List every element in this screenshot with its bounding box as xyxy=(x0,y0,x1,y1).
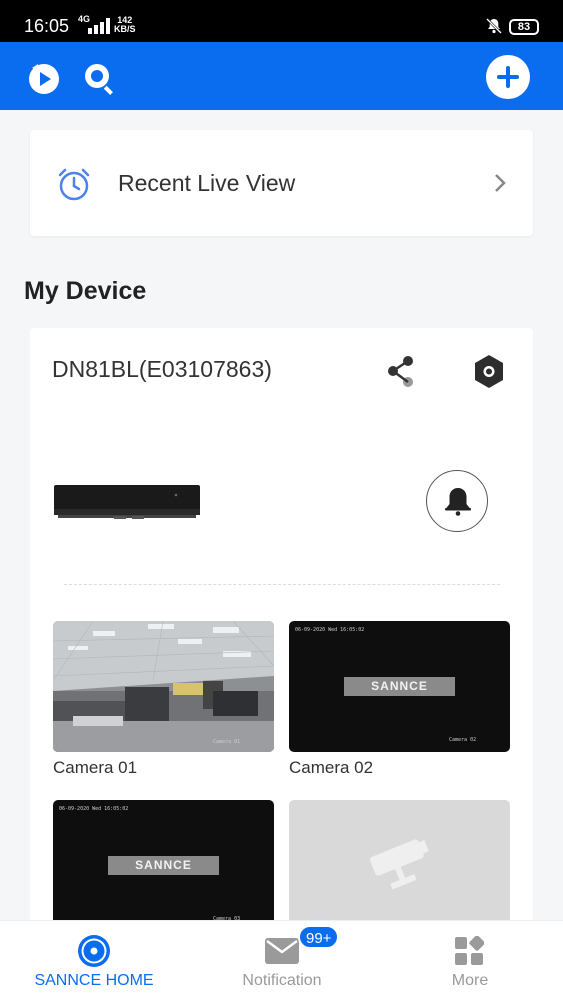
nvr-device-image xyxy=(54,485,200,519)
settings-icon[interactable] xyxy=(472,353,506,391)
camera-live-image xyxy=(53,621,274,752)
recent-live-view-label: Recent Live View xyxy=(118,170,296,196)
bell-icon xyxy=(445,488,471,516)
camera-thumbnail[interactable]: 06-09-2020 Wed 16:05:01 Camera 01 xyxy=(53,621,274,752)
camera-tile[interactable]: 06-09-2020 Wed 16:05:02 SANNCE Camera 02… xyxy=(289,621,510,781)
brand-logo-plate: SANNCE xyxy=(108,856,219,875)
camera-thumbnail[interactable]: 06-09-2020 Wed 16:05:02 SANNCE Camera 02 xyxy=(289,621,510,752)
nav-label-notification: Notification xyxy=(242,972,322,989)
alarm-bell-button[interactable] xyxy=(426,470,488,532)
clock-icon xyxy=(58,168,90,201)
nav-tab-home[interactable]: SANNCE HOME xyxy=(0,921,188,1000)
device-name: DN81BL(E03107863) xyxy=(52,356,272,382)
device-card: DN81BL(E03107863) 06-09-2020 Wed 16:05:0… xyxy=(30,328,533,931)
camera-tile[interactable]: 06-09-2020 Wed 16:05:01 Camera 01 Camera… xyxy=(53,621,274,781)
camera-osd-timestamp: 06-09-2020 Wed 16:05:01 xyxy=(59,625,129,631)
grid-apps-icon xyxy=(455,936,484,965)
divider xyxy=(64,584,500,585)
camera-osd-timestamp: 06-09-2020 Wed 16:05:02 xyxy=(59,806,129,812)
nav-label-home: SANNCE HOME xyxy=(34,972,154,989)
camera-offline-icon xyxy=(369,839,429,890)
camera-osd-name: Camera 01 xyxy=(213,739,241,745)
mail-icon xyxy=(265,938,299,964)
camera-osd-timestamp: 06-09-2020 Wed 16:05:02 xyxy=(295,627,365,633)
mute-icon xyxy=(486,18,502,34)
status-time: 16:05 xyxy=(24,16,70,36)
bottom-navigation: SANNCE HOME 99+ Notification More xyxy=(0,920,563,1000)
my-device-title: My Device xyxy=(24,277,147,305)
brand-logo-plate: SANNCE xyxy=(344,677,455,696)
notification-count-badge: 99+ xyxy=(298,925,340,949)
recent-live-view-card[interactable]: Recent Live View xyxy=(30,130,533,236)
chevron-right-icon xyxy=(495,174,506,192)
nav-label-more: More xyxy=(451,972,489,989)
share-icon[interactable] xyxy=(386,356,418,388)
add-device-button[interactable] xyxy=(486,55,530,99)
battery-indicator: 83 xyxy=(509,19,539,35)
nav-tab-more[interactable]: More xyxy=(376,921,563,1000)
home-camera-icon xyxy=(78,935,110,967)
camera-name: Camera 01 xyxy=(53,758,138,777)
camera-name: Camera 02 xyxy=(289,758,374,777)
app-bar xyxy=(0,42,563,110)
nav-tab-notification[interactable]: 99+ Notification xyxy=(188,921,376,1000)
playback-icon[interactable] xyxy=(26,60,62,96)
search-icon[interactable] xyxy=(82,61,116,95)
signal-icon xyxy=(88,18,110,34)
camera-thumbnail[interactable]: 06-09-2020 Wed 16:05:02 SANNCE Camera 03 xyxy=(53,800,274,931)
status-bar: 16:05 4G 142 KB/S 83 xyxy=(0,0,563,42)
camera-osd-name: Camera 02 xyxy=(449,737,477,743)
camera-thumbnail[interactable] xyxy=(289,800,510,931)
network-speed: 142 KB/S xyxy=(114,15,136,34)
